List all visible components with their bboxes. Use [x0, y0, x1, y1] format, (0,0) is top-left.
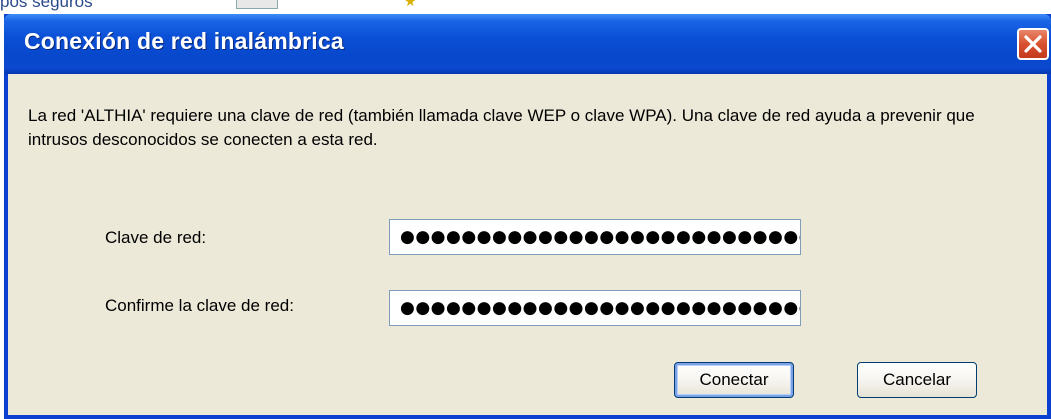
- background-window-control: [236, 0, 278, 9]
- network-key-input[interactable]: ●●●●●●●●●●●●●●●●●●●●●●●●●●●: [389, 219, 801, 255]
- cancel-button[interactable]: Cancelar: [857, 362, 977, 398]
- confirm-key-label: Confirme la clave de red:: [105, 296, 294, 315]
- star-icon: ★: [404, 0, 417, 10]
- wireless-connection-dialog: Conexión de red inalámbrica La red 'ALTH…: [4, 14, 1051, 419]
- background-window-text: pos seguros: [0, 0, 93, 11]
- close-button[interactable]: [1017, 28, 1049, 60]
- title-bar[interactable]: Conexión de red inalámbrica: [4, 14, 1051, 74]
- dialog-description: La red 'ALTHIA' requiere una clave de re…: [28, 106, 975, 149]
- network-key-value: ●●●●●●●●●●●●●●●●●●●●●●●●●●●: [400, 227, 801, 247]
- network-key-label: Clave de red:: [105, 228, 207, 247]
- confirm-key-input[interactable]: ●●●●●●●●●●●●●●●●●●●●●●●●●●●: [389, 290, 801, 326]
- dialog-body: La red 'ALTHIA' requiere una clave de re…: [8, 74, 1047, 415]
- close-icon: [1024, 35, 1042, 53]
- connect-button[interactable]: Conectar: [674, 362, 794, 398]
- confirm-key-value: ●●●●●●●●●●●●●●●●●●●●●●●●●●●: [400, 298, 801, 318]
- background-window: pos seguros ★: [0, 0, 1051, 14]
- dialog-title: Conexión de red inalámbrica: [24, 28, 344, 54]
